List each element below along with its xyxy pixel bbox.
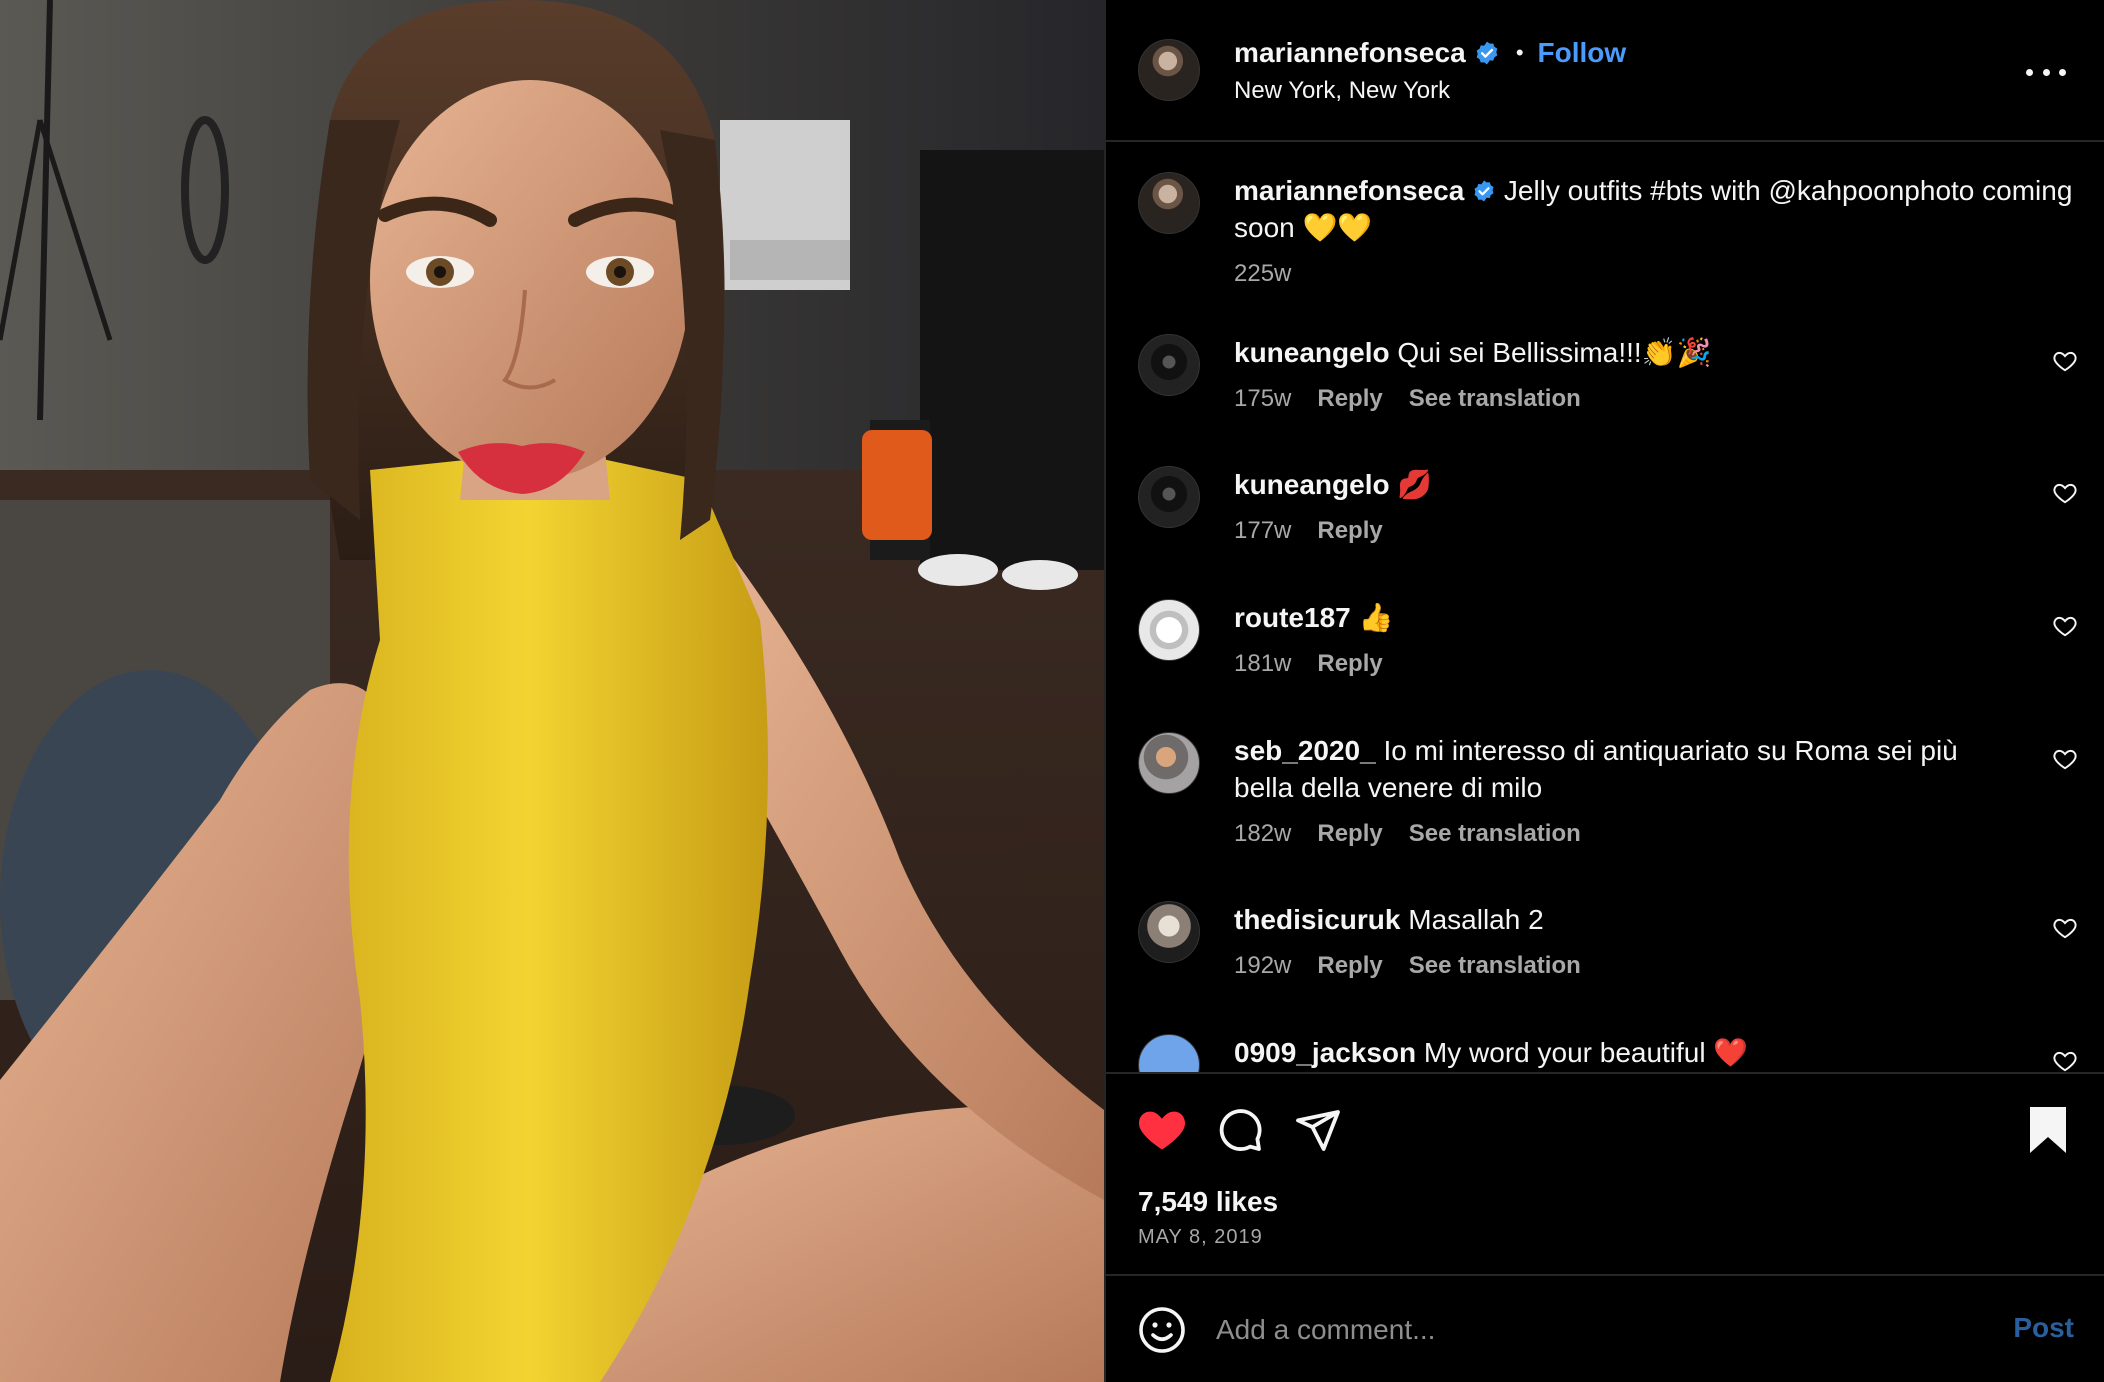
commenter-avatar[interactable]: [1138, 466, 1200, 528]
comment-age[interactable]: 182w: [1234, 820, 1291, 848]
comment-item: 0909_jackson My word your beautiful ❤️: [1138, 1034, 2078, 1072]
comment-text-block: seb_2020_ Io mi interesso di antiquariat…: [1234, 732, 2014, 806]
post-date[interactable]: MAY 8, 2019: [1138, 1226, 1263, 1249]
comment-item: seb_2020_ Io mi interesso di antiquariat…: [1138, 732, 2078, 848]
comment-text-block: kuneangelo Qui sei Bellissima!!!👏🎉: [1234, 334, 2014, 371]
commenter-avatar[interactable]: [1138, 1034, 1200, 1072]
header-separator: •: [1515, 40, 1524, 65]
comment-item: route187 👍 181w Reply: [1138, 599, 2078, 678]
comment-age[interactable]: 181w: [1234, 650, 1291, 678]
instagram-post: mariannefonseca • Follow New York, New Y…: [0, 0, 2104, 1382]
comment-text-block: 0909_jackson My word your beautiful ❤️: [1234, 1034, 2014, 1071]
commenter-avatar[interactable]: [1138, 901, 1200, 963]
comment-like-heart-icon[interactable]: [2052, 613, 2078, 639]
comment-text-block: route187 👍: [1234, 599, 2014, 636]
comment-text: Qui sei Bellissima!!!👏🎉: [1397, 337, 1712, 368]
commenter-avatar[interactable]: [1138, 334, 1200, 396]
comments-list[interactable]: mariannefonseca Jelly outfits #bts with …: [1106, 144, 2104, 1072]
post-photo-image: [0, 0, 1104, 1382]
commenter-avatar[interactable]: [1138, 599, 1200, 661]
author-line: mariannefonseca • Follow: [1234, 35, 1626, 71]
comment-username[interactable]: kuneangelo: [1234, 337, 1390, 368]
caption-age[interactable]: 225w: [1234, 260, 1291, 288]
comment-text: My word your beautiful ❤️: [1423, 1037, 1749, 1068]
caption-meta: 225w: [1234, 260, 2078, 288]
comment-text-block: thedisicuruk Masallah 2: [1234, 901, 2014, 938]
comment-username[interactable]: 0909_jackson: [1234, 1037, 1416, 1068]
share-send-icon[interactable]: [1294, 1106, 1342, 1154]
comment-meta: 181w Reply: [1234, 650, 2014, 678]
comment-like-heart-icon[interactable]: [2052, 746, 2078, 772]
action-bar: 7,549 likes MAY 8, 2019: [1106, 1072, 2104, 1274]
post-side-panel: mariannefonseca • Follow New York, New Y…: [1104, 0, 2104, 1382]
commenter-avatar[interactable]: [1138, 732, 1200, 794]
caption-username[interactable]: mariannefonseca: [1234, 175, 1464, 206]
comment-like-heart-icon[interactable]: [2052, 915, 2078, 941]
caption: mariannefonseca Jelly outfits #bts with …: [1138, 172, 2078, 288]
follow-button[interactable]: Follow: [1538, 37, 1627, 69]
comment-meta: 175w Reply See translation: [1234, 385, 2014, 413]
author-avatar[interactable]: [1138, 39, 1200, 101]
reply-button[interactable]: Reply: [1317, 820, 1382, 848]
comment-like-heart-icon[interactable]: [2052, 1048, 2078, 1072]
comment-text-block: kuneangelo 💋: [1234, 466, 2014, 503]
add-comment-bar: Post: [1106, 1274, 2104, 1382]
comment-username[interactable]: thedisicuruk: [1234, 904, 1400, 935]
comment-meta: 182w Reply See translation: [1234, 820, 2014, 848]
comment-meta: 177w Reply: [1234, 517, 2014, 545]
see-translation-button[interactable]: See translation: [1409, 820, 1581, 848]
comment-item: kuneangelo 💋 177w Reply: [1138, 466, 2078, 545]
reply-button[interactable]: Reply: [1317, 952, 1382, 980]
post-photo[interactable]: [0, 0, 1104, 1382]
caption-avatar[interactable]: [1138, 172, 1200, 234]
caption-text-block: mariannefonseca Jelly outfits #bts with …: [1234, 172, 2078, 246]
post-comment-button[interactable]: Post: [2013, 1312, 2074, 1344]
reply-button[interactable]: Reply: [1317, 385, 1382, 413]
see-translation-button[interactable]: See translation: [1409, 952, 1581, 980]
bookmark-save-icon[interactable]: [2024, 1104, 2072, 1156]
add-comment-input[interactable]: [1214, 1306, 1934, 1354]
post-header: mariannefonseca • Follow New York, New Y…: [1106, 0, 2104, 142]
comment-bubble-icon[interactable]: [1216, 1106, 1264, 1154]
comment-username[interactable]: kuneangelo: [1234, 469, 1390, 500]
comment-meta: 192w Reply See translation: [1234, 952, 2014, 980]
comment-text: 👍: [1358, 602, 1394, 633]
like-heart-icon[interactable]: [1136, 1104, 1188, 1156]
like-count[interactable]: 7,549 likes: [1138, 1186, 1278, 1218]
comment-item: kuneangelo Qui sei Bellissima!!!👏🎉 175w …: [1138, 334, 2078, 413]
comment-item: thedisicuruk Masallah 2 192w Reply See t…: [1138, 901, 2078, 980]
comment-like-heart-icon[interactable]: [2052, 348, 2078, 374]
comment-username[interactable]: seb_2020_: [1234, 735, 1376, 766]
reply-button[interactable]: Reply: [1317, 650, 1382, 678]
comment-username[interactable]: route187: [1234, 602, 1351, 633]
see-translation-button[interactable]: See translation: [1409, 385, 1581, 413]
comment-like-heart-icon[interactable]: [2052, 480, 2078, 506]
comment-age[interactable]: 177w: [1234, 517, 1291, 545]
comment-text: 💋: [1397, 469, 1433, 500]
verified-badge-icon: [1476, 41, 1498, 65]
comment-age[interactable]: 192w: [1234, 952, 1291, 980]
author-info: mariannefonseca • Follow New York, New Y…: [1234, 35, 1626, 105]
reply-button[interactable]: Reply: [1317, 517, 1382, 545]
emoji-smiley-icon[interactable]: [1138, 1306, 1186, 1354]
comment-text: Masallah 2: [1408, 904, 1544, 935]
post-location[interactable]: New York, New York: [1234, 77, 1626, 105]
comment-age[interactable]: 175w: [1234, 385, 1291, 413]
more-options-icon[interactable]: [2026, 52, 2066, 92]
author-username[interactable]: mariannefonseca: [1234, 37, 1466, 69]
verified-badge-icon: [1474, 180, 1494, 202]
